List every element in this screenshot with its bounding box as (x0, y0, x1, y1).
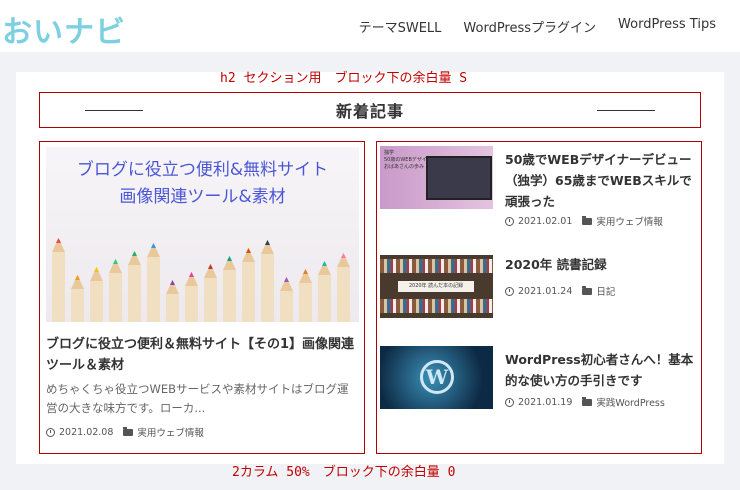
post-date: 2021.01.24 (518, 285, 573, 297)
section-heading: 新着記事 (335, 102, 404, 121)
pencil-tip (189, 272, 194, 277)
folder-icon (123, 426, 134, 436)
post-date: 2021.02.01 (518, 215, 573, 227)
pencil-tip (94, 267, 99, 272)
pencil-tip (284, 277, 289, 282)
pencil-tip (303, 269, 308, 274)
pencil-body (280, 291, 293, 322)
annotation-bottom: 2カラム 50% ブロック下の余白量 0 (232, 465, 456, 480)
clock-icon (505, 286, 514, 296)
post-title[interactable]: 2020年 読書記録 (505, 254, 695, 275)
pencil-tip (113, 259, 118, 264)
pencil-body (242, 262, 255, 322)
post-category[interactable]: 実用ウェブ情報 (596, 214, 663, 228)
featured-post-card[interactable]: ブログに役立つ便利&無料サイト 画像関連ツール&素材 ブログに役立つ便利＆無料サ… (39, 141, 365, 454)
nav-item-tips[interactable]: WordPress Tips (618, 17, 716, 36)
list-item[interactable]: W WordPress初心者さんへ！基本的な使い方の手引きです 2021.01.… (380, 346, 700, 426)
pencil-body (147, 257, 160, 322)
wordpress-logo-icon: W (420, 360, 454, 394)
annotation-top: h2 セクション用 ブロック下の余白量 S (220, 71, 468, 86)
pencil-body (71, 289, 84, 322)
site-logo[interactable]: おいナビ (2, 7, 126, 51)
featured-post-meta: 2021.02.08 実用ウェブ情報 (46, 425, 204, 439)
clock-icon (505, 216, 514, 226)
section-heading-box: 新着記事 (39, 92, 701, 128)
post-meta: 2021.01.24 日記 (505, 284, 615, 298)
site-header: おいナビ テーマSWELL WordPressプラグイン WordPress T… (0, 0, 740, 52)
post-category[interactable]: 日記 (596, 284, 615, 298)
pencil-tip (227, 256, 232, 261)
pencil-tip (56, 238, 61, 243)
post-category[interactable]: 実践WordPress (596, 395, 664, 409)
post-date: 2021.02.08 (59, 426, 114, 438)
global-nav: テーマSWELL WordPressプラグイン WordPress Tips (359, 17, 716, 36)
heading-rule-right (597, 110, 655, 111)
pencil-body (337, 267, 350, 322)
clock-icon (505, 397, 514, 407)
pencil-tip (265, 240, 270, 245)
pencil-tip (75, 275, 80, 280)
pencil-body (223, 270, 236, 322)
monitor-graphic (426, 156, 492, 200)
post-meta: 2021.01.19 実践WordPress (505, 395, 665, 409)
post-meta: 2021.02.01 実用ウェブ情報 (505, 214, 663, 228)
featured-post-excerpt: めちゃくちゃ役立つWEBサービスや素材サイトはブログ運営の大きな味方です。ローカ… (46, 382, 349, 415)
folder-icon (582, 285, 593, 295)
heading-rule-left (85, 110, 143, 111)
pencil-tip (341, 253, 346, 258)
pencil-body (109, 273, 122, 322)
featured-post-title[interactable]: ブログに役立つ便利＆無料サイト【その1】画像関連ツール＆素材 (46, 334, 358, 376)
bookshelf-row (380, 259, 493, 273)
post-thumbnail[interactable]: W (380, 346, 493, 409)
pencil-tip (151, 243, 156, 248)
pencil-body (318, 275, 331, 322)
pencil-tip (170, 280, 175, 285)
post-list: 独学 50歳のWEBデザイナー おばあさんの歩み 50歳でWEBデザイナーデビュ… (376, 141, 702, 454)
folder-icon (582, 396, 593, 406)
list-item[interactable]: 独学 50歳のWEBデザイナー おばあさんの歩み 50歳でWEBデザイナーデビュ… (380, 146, 700, 228)
pencil-body (52, 252, 65, 322)
thumbnail-text-line1: ブログに役立つ便利&無料サイト (76, 160, 329, 180)
pencil-body (128, 265, 141, 322)
nav-item-swell[interactable]: テーマSWELL (359, 17, 442, 36)
featured-thumbnail[interactable]: ブログに役立つ便利&無料サイト 画像関連ツール&素材 (46, 147, 359, 322)
thumbnail-caption: 2020年 読んだ本の記録 (398, 281, 474, 292)
colored-pencils-illustration (52, 238, 350, 322)
pencil-tip (322, 261, 327, 266)
folder-icon (582, 215, 593, 225)
post-thumbnail[interactable]: 2020年 読んだ本の記録 (380, 255, 493, 318)
list-item[interactable]: 2020年 読んだ本の記録 2020年 読書記録 2021.01.24 日記 (380, 255, 700, 335)
post-date: 2021.01.19 (518, 396, 573, 408)
post-title[interactable]: WordPress初心者さんへ！基本的な使い方の手引きです (505, 349, 695, 391)
pencil-body (204, 278, 217, 322)
nav-item-plugins[interactable]: WordPressプラグイン (463, 17, 596, 36)
pencil-tip (246, 248, 251, 253)
clock-icon (46, 427, 55, 437)
pencil-body (261, 254, 274, 322)
pencil-tip (208, 264, 213, 269)
bookshelf-row (380, 299, 493, 313)
pencil-body (185, 286, 198, 322)
post-title[interactable]: 50歳でWEBデザイナーデビュー（独学）65歳までWEBスキルで頑張った (505, 149, 695, 212)
pencil-body (299, 283, 312, 322)
pencil-body (90, 281, 103, 322)
thumbnail-text-line2: 画像関連ツール&素材 (119, 187, 286, 207)
post-category[interactable]: 実用ウェブ情報 (137, 425, 204, 439)
pencil-body (166, 294, 179, 322)
post-thumbnail[interactable]: 独学 50歳のWEBデザイナー おばあさんの歩み (380, 146, 493, 209)
pencil-tip (132, 251, 137, 256)
